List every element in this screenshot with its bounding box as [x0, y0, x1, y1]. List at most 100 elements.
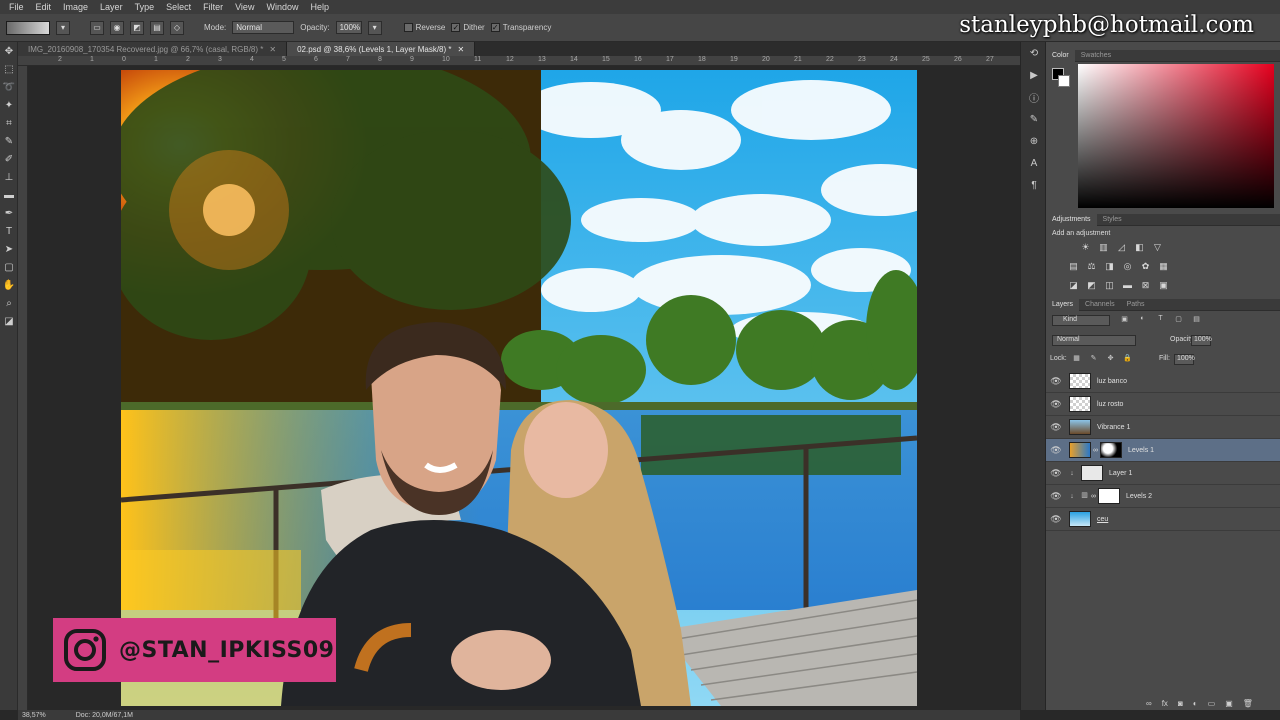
layer-row-selected[interactable]: 👁 ∞ Levels 1: [1046, 439, 1280, 462]
filter-adjustment-icon[interactable]: ◐: [1136, 315, 1149, 326]
layer-row[interactable]: 👁 luz rosto: [1046, 393, 1280, 416]
lock-image-icon[interactable]: ✎: [1087, 354, 1100, 365]
tab-recovered-jpg[interactable]: IMG_20160908_170354 Recovered.jpg @ 66,7…: [18, 42, 288, 56]
selective-color-icon[interactable]: ⊠: [1140, 280, 1151, 291]
menu-type[interactable]: Type: [129, 2, 161, 12]
menu-window[interactable]: Window: [260, 2, 304, 12]
brush-presets-icon[interactable]: ✎: [1021, 108, 1047, 130]
fill-field[interactable]: 100%: [1174, 354, 1195, 365]
gradient-picker[interactable]: [6, 20, 50, 35]
diamond-gradient-icon[interactable]: ◇: [170, 20, 184, 35]
visibility-eye-icon[interactable]: 👁: [1046, 399, 1066, 410]
hand-icon[interactable]: ✋: [0, 276, 18, 294]
gradient-icon[interactable]: ▬: [0, 186, 18, 204]
invert-icon[interactable]: ◪: [1068, 280, 1079, 291]
new-group-icon[interactable]: ▭: [1208, 699, 1216, 708]
lock-all-icon[interactable]: 🔒: [1121, 354, 1134, 365]
menu-filter[interactable]: Filter: [197, 2, 229, 12]
tab-channels[interactable]: Channels: [1079, 301, 1121, 308]
menu-edit[interactable]: Edit: [30, 2, 58, 12]
reverse-checkbox[interactable]: Reverse: [403, 23, 445, 33]
zoom-icon[interactable]: ⌕: [0, 294, 18, 312]
document-image[interactable]: [121, 70, 917, 706]
menu-help[interactable]: Help: [304, 2, 335, 12]
character-icon[interactable]: A: [1021, 152, 1047, 174]
marquee-icon[interactable]: ⬚: [0, 60, 18, 78]
fx-icon[interactable]: fx: [1162, 699, 1168, 708]
info-icon[interactable]: ⓘ: [1021, 86, 1047, 108]
curves-icon[interactable]: ◿: [1116, 242, 1127, 253]
photo-filter-icon[interactable]: ◎: [1122, 261, 1133, 272]
filter-smart-icon[interactable]: ▤: [1190, 315, 1203, 326]
dither-checkbox[interactable]: ✓ Dither: [451, 23, 485, 33]
trash-icon[interactable]: 🗑: [1243, 699, 1253, 708]
menu-view[interactable]: View: [229, 2, 260, 12]
layer-row[interactable]: 👁 luz banco: [1046, 370, 1280, 393]
tab-color[interactable]: Color: [1046, 49, 1075, 62]
new-adjustment-icon[interactable]: ◐: [1193, 699, 1198, 708]
color-balance-icon[interactable]: ⚖: [1086, 261, 1097, 272]
lock-position-icon[interactable]: ✥: [1104, 354, 1117, 365]
shape-icon[interactable]: ▢: [0, 258, 18, 276]
zoom-level[interactable]: 38,57%: [22, 712, 46, 719]
shadows-icon[interactable]: ▣: [1158, 280, 1169, 291]
tab-paths[interactable]: Paths: [1121, 301, 1151, 308]
transparency-checkbox[interactable]: ✓ Transparency: [490, 23, 551, 33]
mode-select[interactable]: Normal: [232, 21, 295, 34]
filter-type-icon[interactable]: T: [1154, 315, 1167, 326]
linear-gradient-icon[interactable]: ▭: [90, 20, 104, 35]
wand-icon[interactable]: ✦: [0, 96, 18, 114]
background-color-swatch[interactable]: [1058, 75, 1070, 87]
layer-filter-select[interactable]: Kind: [1052, 315, 1110, 326]
layer-row[interactable]: 👁 Vibrance 1: [1046, 416, 1280, 439]
color-swatches-icon[interactable]: ◪: [0, 312, 18, 330]
opacity-dropdown-icon[interactable]: ▾: [367, 20, 382, 35]
channel-mixer-icon[interactable]: ✿: [1140, 261, 1151, 272]
add-mask-icon[interactable]: ◙: [1178, 699, 1183, 708]
layer-mask-thumbnail[interactable]: [1100, 442, 1122, 458]
pen-icon[interactable]: ✒: [0, 204, 18, 222]
angle-gradient-icon[interactable]: ◩: [130, 20, 144, 35]
color-lookup-icon[interactable]: ▦: [1158, 261, 1169, 272]
layer-mask-thumbnail[interactable]: [1098, 488, 1120, 504]
stamp-icon[interactable]: ⊥: [0, 168, 18, 186]
gradient-dropdown-icon[interactable]: ▾: [56, 20, 70, 35]
layer-opacity-field[interactable]: 100%: [1191, 335, 1212, 346]
brush-icon[interactable]: ✐: [0, 150, 18, 168]
lasso-icon[interactable]: ➰: [0, 78, 18, 96]
vibrance-icon[interactable]: ▽: [1152, 242, 1163, 253]
visibility-eye-icon[interactable]: 👁: [1046, 514, 1066, 525]
move-icon[interactable]: ✥: [0, 42, 18, 60]
layer-row[interactable]: 👁 ceu: [1046, 508, 1280, 531]
actions-icon[interactable]: ▶: [1021, 64, 1047, 86]
visibility-eye-icon[interactable]: 👁: [1046, 468, 1066, 479]
paragraph-icon[interactable]: ¶: [1021, 174, 1047, 196]
color-picker-field[interactable]: [1078, 64, 1274, 208]
reflected-gradient-icon[interactable]: ▤: [150, 20, 164, 35]
blend-mode-select[interactable]: Normal: [1052, 335, 1136, 346]
hue-saturation-icon[interactable]: ▤: [1068, 261, 1079, 272]
new-layer-icon[interactable]: ▣: [1225, 699, 1233, 708]
tab-02-psd[interactable]: 02.psd @ 38,6% (Levels 1, Layer Mask/8) …: [287, 42, 476, 56]
radial-gradient-icon[interactable]: ◉: [110, 20, 124, 35]
tab-adjustments[interactable]: Adjustments: [1046, 213, 1097, 226]
tab-styles[interactable]: Styles: [1097, 216, 1128, 223]
menu-layer[interactable]: Layer: [94, 2, 129, 12]
filter-pixel-icon[interactable]: ▣: [1118, 315, 1131, 326]
link-layers-icon[interactable]: ∞: [1146, 699, 1152, 708]
menu-select[interactable]: Select: [160, 2, 197, 12]
type-icon[interactable]: T: [0, 222, 18, 240]
lock-transparent-icon[interactable]: ▦: [1070, 354, 1083, 365]
tab-swatches[interactable]: Swatches: [1075, 52, 1117, 59]
gradient-map-icon[interactable]: ▬: [1122, 280, 1133, 291]
brightness-icon[interactable]: ☀: [1080, 242, 1091, 253]
visibility-eye-icon[interactable]: 👁: [1046, 376, 1066, 387]
eyedropper-icon[interactable]: ✎: [0, 132, 18, 150]
path-select-icon[interactable]: ➤: [0, 240, 18, 258]
history-icon[interactable]: ⟲: [1021, 42, 1047, 64]
clone-source-icon[interactable]: ⊕: [1021, 130, 1047, 152]
visibility-eye-icon[interactable]: 👁: [1046, 445, 1066, 456]
threshold-icon[interactable]: ◫: [1104, 280, 1115, 291]
close-icon[interactable]: ✕: [269, 45, 276, 54]
visibility-eye-icon[interactable]: 👁: [1046, 422, 1066, 433]
